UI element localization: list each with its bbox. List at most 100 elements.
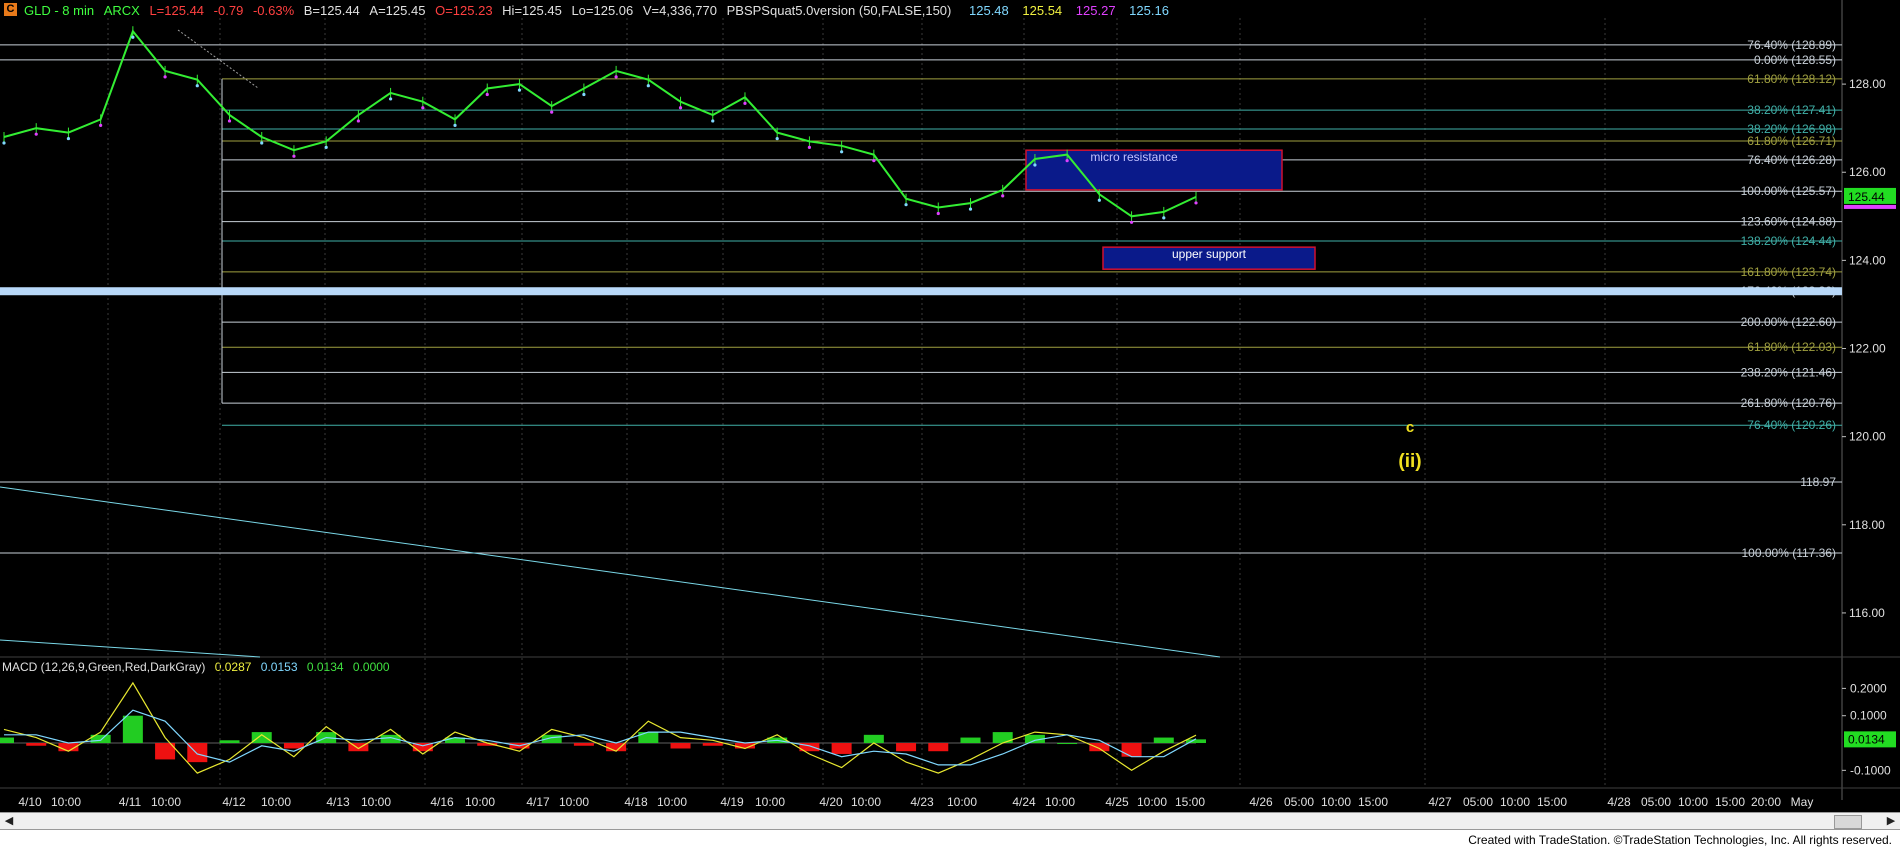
x-tick-label: 20:00 — [1751, 795, 1781, 809]
y-tick-label: 120.00 — [1849, 430, 1886, 444]
fib-level-label: 61.80% (128.12) — [1747, 72, 1836, 86]
price-marker-dot — [517, 88, 522, 92]
x-tick-label: 4/19 — [720, 795, 744, 809]
macd-y-tick-label: 0.2000 — [1850, 681, 1887, 695]
micro-resistance-label: micro resistance — [1090, 150, 1178, 164]
x-tick-label: 4/23 — [910, 795, 934, 809]
scroll-thumb[interactable] — [1834, 815, 1862, 829]
macd-histogram-bar — [928, 743, 949, 752]
x-tick-label: 10:00 — [465, 795, 495, 809]
y-tick-label: 116.00 — [1849, 606, 1885, 620]
x-tick-label: 10:00 — [51, 795, 81, 809]
macd-histogram-bar — [831, 743, 852, 754]
macd-y-tick-label: 0.1000 — [1850, 709, 1887, 723]
footer-strip: Created with TradeStation. ©TradeStation… — [0, 830, 1900, 850]
wave-label-ii: (ii) — [1398, 451, 1421, 472]
price-marker-dot — [453, 123, 457, 127]
x-tick-label: 10:00 — [755, 795, 785, 809]
scroll-left-icon[interactable]: ◀ — [2, 814, 16, 828]
macd-histogram-bar — [638, 732, 659, 744]
x-tick-label: 4/10 — [18, 795, 42, 809]
x-tick-label: 4/12 — [222, 795, 246, 809]
x-tick-label: 05:00 — [1463, 795, 1493, 809]
fib-level-label: 38.20% (127.41) — [1747, 103, 1836, 117]
x-tick-label: 15:00 — [1358, 795, 1388, 809]
x-tick-label: 10:00 — [1045, 795, 1075, 809]
y-tick-label: 118.00 — [1849, 518, 1885, 532]
price-chart[interactable]: 76.40% (128.89)0.00% (128.55) 61.80% (128… — [0, 0, 1900, 850]
x-tick-label: 4/27 — [1428, 795, 1452, 809]
macd-histogram-bar — [122, 715, 143, 744]
x-tick-label: 05:00 — [1284, 795, 1314, 809]
fib-level-label: 76.40% (128.89) — [1747, 38, 1836, 52]
x-tick-label: 4/17 — [526, 795, 550, 809]
fib-level-label: 61.80% (126.71) — [1747, 134, 1836, 148]
macd-histogram-bar — [1121, 743, 1142, 757]
macd-histogram-bar — [670, 743, 691, 749]
wave-label-c: c — [1406, 419, 1414, 436]
price-marker-dot — [1162, 216, 1166, 220]
fib-level-label: 100.00% (117.36) — [1741, 546, 1836, 560]
x-tick-label: 10:00 — [1321, 795, 1351, 809]
price-marker-dot — [904, 203, 908, 207]
macd-histogram-bar — [573, 743, 594, 746]
copyright-text: Created with TradeStation. ©TradeStation… — [1468, 833, 1892, 847]
price-marker-dot — [195, 84, 199, 88]
price-marker-dot — [99, 123, 103, 127]
x-tick-label: 4/16 — [430, 795, 454, 809]
y-tick-label: 124.00 — [1849, 253, 1886, 267]
trend-line-lower — [0, 639, 261, 658]
y-tick-label: 128.00 — [1849, 77, 1886, 91]
price-marker-dot — [421, 106, 425, 110]
x-tick-label: 05:00 — [1641, 795, 1671, 809]
scroll-right-icon[interactable]: ▶ — [1884, 814, 1898, 828]
x-tick-label: 15:00 — [1175, 795, 1205, 809]
x-tick-label: 10:00 — [657, 795, 687, 809]
x-tick-label: 10:00 — [151, 795, 181, 809]
macd-histogram-bar — [219, 740, 240, 744]
macd-y-tick-label: -0.1000 — [1850, 763, 1891, 777]
macd-histogram-bar — [187, 743, 208, 763]
price-marker-dot — [1001, 194, 1005, 198]
time-scrollbar[interactable]: ◀ ▶ — [0, 812, 1900, 830]
macd-histogram-bar — [863, 734, 884, 744]
x-tick-label: 4/24 — [1012, 795, 1036, 809]
price-marker-dot — [968, 207, 973, 211]
x-tick-label: 10:00 — [261, 795, 291, 809]
y-tick-label: 126.00 — [1849, 165, 1886, 179]
macd-histogram-bar — [896, 743, 917, 752]
macd-histogram-bar — [251, 732, 272, 744]
price-line — [3, 29, 1197, 218]
price-marker-dot — [646, 84, 650, 88]
macd-histogram-bar — [702, 743, 723, 746]
macd-histogram-bar — [0, 737, 14, 744]
macd-histogram-bar — [1057, 743, 1078, 745]
price-marker-dot — [678, 106, 683, 110]
x-tick-label: 4/25 — [1105, 795, 1129, 809]
x-tick-label: 10:00 — [361, 795, 391, 809]
x-tick-label: 10:00 — [1500, 795, 1530, 809]
x-tick-label: 4/20 — [819, 795, 843, 809]
price-marker-dot — [582, 92, 586, 97]
horizontal-band — [0, 287, 1842, 296]
x-tick-label: May — [1791, 795, 1814, 809]
x-tick-label: 4/13 — [326, 795, 350, 809]
current-price-marker — [1844, 204, 1896, 209]
x-tick-label: 15:00 — [1537, 795, 1567, 809]
x-tick-label: 10:00 — [559, 795, 589, 809]
price-marker-dot — [1194, 201, 1198, 205]
price-marker-dot — [292, 154, 296, 158]
x-tick-label: 10:00 — [851, 795, 881, 809]
price-marker-dot — [485, 92, 489, 97]
price-marker-dot — [936, 211, 940, 216]
price-marker-dot — [711, 119, 715, 123]
price-marker-dot — [614, 75, 618, 79]
price-marker-dot — [807, 145, 812, 149]
price-marker-dot — [227, 119, 232, 123]
price-marker-dot — [1065, 159, 1069, 163]
y-tick-label: 122.00 — [1849, 342, 1886, 356]
price-marker-dot — [356, 119, 360, 123]
price-marker-dot — [872, 159, 876, 163]
x-tick-label: 4/11 — [119, 795, 142, 809]
price-marker-dot — [840, 150, 844, 154]
